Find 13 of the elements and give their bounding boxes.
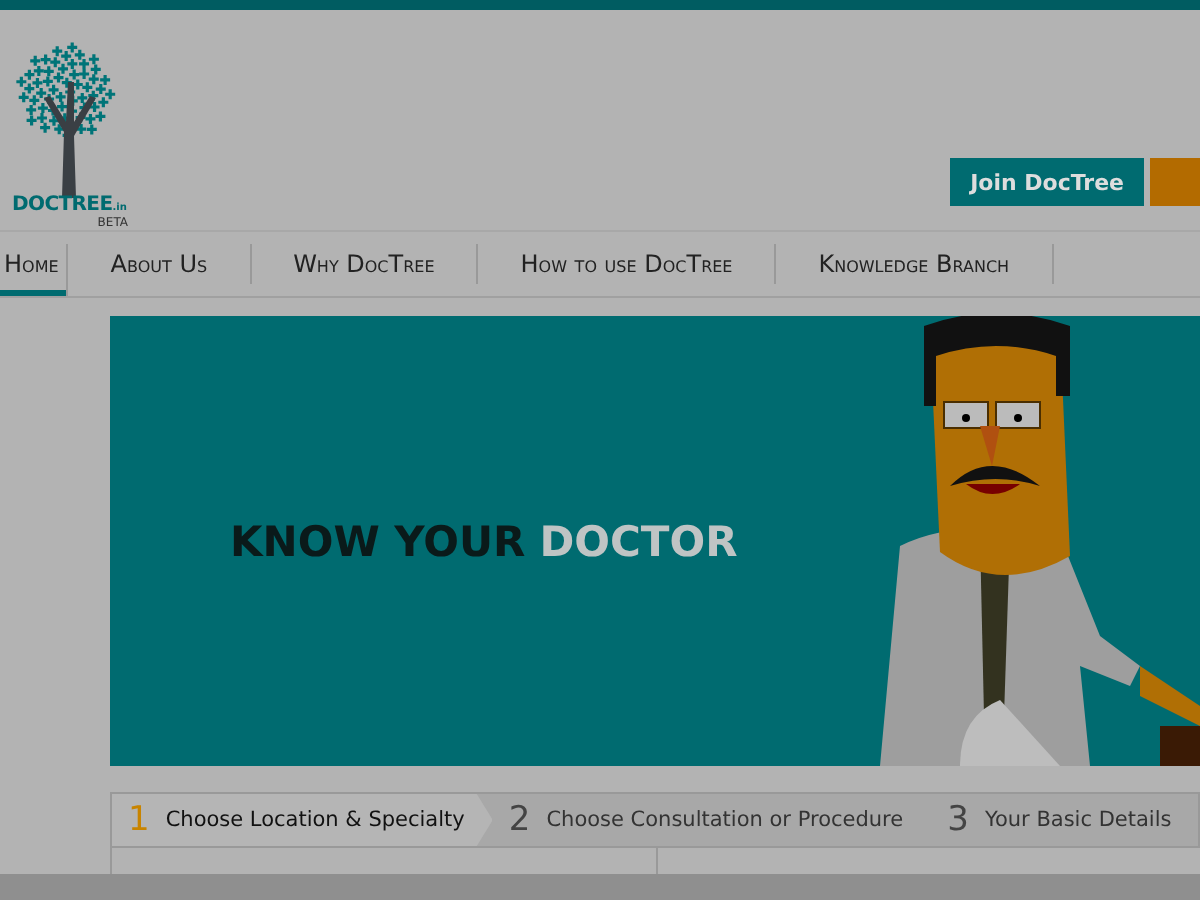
logo-wordmark: DOCTREE <box>12 194 113 216</box>
nav-tab[interactable]: Home <box>0 244 69 296</box>
step-tab[interactable]: 2 Choose Consultation or Procedure <box>492 794 932 846</box>
nav-tab[interactable]: About Us <box>68 244 252 284</box>
nav-tab[interactable]: Knowledge Branch <box>776 244 1054 284</box>
banner-headline: KNOW YOUR <box>230 517 526 565</box>
step-tab[interactable]: 3 Your Basic Details <box>931 794 1200 846</box>
banner-headline-accent: DOCTOR <box>539 517 738 565</box>
join-button[interactable]: Join DocTree <box>950 158 1144 206</box>
header-button[interactable] <box>1150 158 1200 206</box>
step-tab[interactable]: 1 Choose Location & Specialty <box>112 794 493 846</box>
nav-tab[interactable]: How to use DocTree <box>478 244 777 284</box>
nav-tab[interactable]: Why DocTree <box>251 244 479 284</box>
